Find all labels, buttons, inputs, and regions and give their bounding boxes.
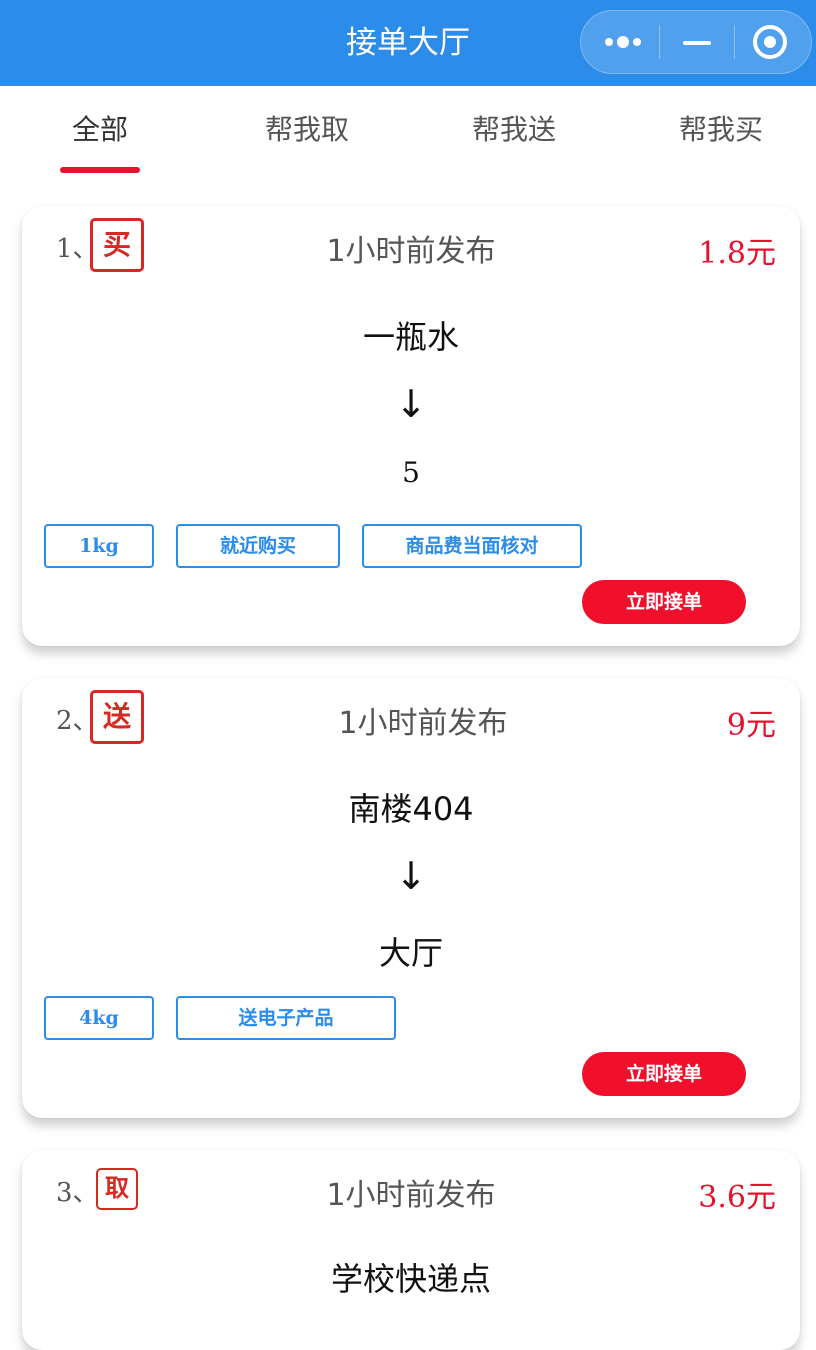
order-price: 9元 <box>726 708 776 743</box>
posted-time: 1小时前发布 <box>326 1178 496 1213</box>
order-from: 学校快递点 <box>330 1260 491 1298</box>
order-card: 2、 送 1小时前发布 9元 南楼404 ↓ 大厅 4kg 送电子产品 立即接单 <box>22 678 800 1118</box>
more-dots-icon-right <box>633 38 641 46</box>
accept-order-button[interactable]: 立即接单 <box>582 580 746 624</box>
tab-all[interactable]: 全部 <box>10 86 190 176</box>
active-tab-indicator <box>60 167 140 173</box>
more-dots-icon-center <box>617 36 629 48</box>
minimize-button[interactable] <box>659 11 735 73</box>
more-dots-icon <box>605 38 613 46</box>
order-from: 一瓶水 <box>362 318 459 356</box>
order-to: 5 <box>402 456 420 489</box>
navigation-bar: 接单大厅 <box>0 0 816 86</box>
tab-help-deliver[interactable]: 帮我送 <box>424 86 604 176</box>
tab-help-pickup[interactable]: 帮我取 <box>217 86 397 176</box>
mini-program-capsule <box>580 10 812 74</box>
order-card: 1、 买 1小时前发布 1.8元 一瓶水 ↓ 5 1kg 就近购买 商品费当面核… <box>22 206 800 646</box>
order-tag: 送电子产品 <box>176 996 396 1040</box>
accept-order-button[interactable]: 立即接单 <box>582 1052 746 1096</box>
order-tag: 4kg <box>44 996 154 1040</box>
tab-help-buy[interactable]: 帮我买 <box>631 86 811 176</box>
posted-time: 1小时前发布 <box>326 234 496 269</box>
close-mini-program-button[interactable] <box>735 11 811 73</box>
posted-time: 1小时前发布 <box>338 706 508 741</box>
order-tag: 1kg <box>44 524 154 568</box>
order-from: 南楼404 <box>348 790 474 828</box>
order-tag: 商品费当面核对 <box>362 524 582 568</box>
order-card: 3、 取 1小时前发布 3.6元 学校快递点 <box>22 1150 800 1350</box>
more-menu-button[interactable] <box>581 11 657 73</box>
order-to: 大厅 <box>378 934 443 972</box>
category-tabs: 全部 帮我取 帮我送 帮我买 <box>0 86 816 186</box>
order-price: 3.6元 <box>698 1180 776 1215</box>
close-target-icon-center <box>764 36 776 48</box>
order-price: 1.8元 <box>698 236 776 271</box>
route-arrow-icon: ↓ <box>395 854 427 898</box>
minimize-icon <box>683 41 711 45</box>
order-tag: 就近购买 <box>176 524 340 568</box>
route-arrow-icon: ↓ <box>395 382 427 426</box>
